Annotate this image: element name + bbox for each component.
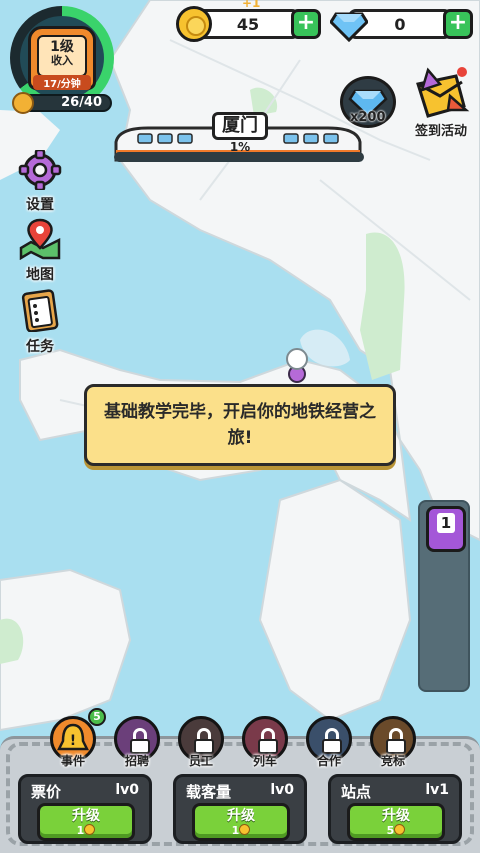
feature-staff[interactable]: 员工 — [176, 716, 226, 769]
coin-icon — [176, 6, 212, 42]
tutorial-message: 基础教学完毕，开启你的地铁经营之旅! — [104, 402, 376, 448]
upgrade-capacity-button[interactable]: 升级 1 — [192, 803, 290, 841]
tasks-label: 任务 — [26, 339, 54, 355]
feature-label: 员工 — [188, 754, 213, 768]
coin-value: 45 — [236, 15, 260, 34]
feature-label: 竞标 — [380, 754, 405, 768]
tasks-button[interactable]: 任务 — [14, 288, 66, 356]
card-title: 票价 — [31, 783, 62, 801]
feature-label: 招聘 — [124, 754, 149, 768]
gift-icon[interactable] — [410, 66, 470, 122]
card-level: lv0 — [115, 782, 139, 798]
events-notification-badge: 5 — [88, 708, 106, 726]
card-title: 站点 — [341, 783, 372, 801]
city-name: 厦门 — [212, 112, 268, 140]
feature-recruit[interactable]: 招聘 — [112, 716, 162, 769]
card-title: 载客量 — [186, 783, 232, 801]
cost-value: 5 — [386, 824, 395, 837]
gem-reward-amount: x200 — [350, 110, 386, 125]
map-button[interactable]: 地图 — [14, 218, 66, 284]
income-rate: 17/分钟 — [33, 75, 91, 90]
map-label: 地图 — [26, 267, 54, 283]
upgrade-label: 升级 — [227, 808, 255, 824]
settings-button[interactable]: 设置 — [14, 148, 66, 214]
upgrade-card-fare: 票价 lv0 升级 1 — [18, 774, 152, 844]
upgrade-label: 升级 — [72, 808, 100, 824]
xp-text: 26/40 — [61, 95, 102, 110]
coin-icon — [394, 824, 406, 835]
cost-value: 1 — [231, 824, 240, 837]
feature-label: 合作 — [316, 754, 341, 768]
upgrade-card-capacity: 载客量 lv0 升级 1 — [173, 774, 307, 844]
medal-icon — [12, 92, 34, 114]
clipboard-icon — [21, 289, 59, 333]
map-pin-icon — [19, 218, 61, 261]
upgrade-cost: 1 — [40, 824, 132, 837]
gear-icon — [18, 148, 62, 192]
upgrade-cost: 5 — [350, 824, 442, 837]
feature-trains[interactable]: 列车 — [240, 716, 290, 769]
svg-text:!: ! — [70, 733, 76, 749]
tutorial-dialog[interactable]: 基础教学完毕，开启你的地铁经营之旅! — [84, 384, 396, 466]
coin-icon — [239, 824, 251, 835]
upgrade-station-button[interactable]: 升级 5 — [347, 803, 445, 841]
upgrade-label: 升级 — [382, 808, 410, 824]
feature-bidding[interactable]: 竞标 — [368, 716, 418, 769]
feature-cooperation[interactable]: 合作 — [304, 716, 354, 769]
card-level: lv0 — [270, 782, 294, 798]
upgrade-fare-button[interactable]: 升级 1 — [37, 803, 135, 841]
gem-icon — [330, 12, 368, 42]
upgrade-card-station: 站点 lv1 升级 5 — [328, 774, 462, 844]
feature-label: 列车 — [252, 754, 277, 768]
income-label: 收入 — [51, 54, 73, 67]
coin-icon — [84, 824, 96, 835]
upgrade-cost: 1 — [195, 824, 287, 837]
settings-label: 设置 — [26, 197, 54, 213]
add-coins-button[interactable]: + — [291, 9, 321, 39]
card-level: lv1 — [425, 782, 449, 798]
checkin-label[interactable]: 签到活动 — [406, 120, 476, 139]
feature-label: 事件 — [60, 754, 85, 768]
level-text: 1级 — [50, 39, 74, 55]
add-gems-button[interactable]: + — [443, 9, 473, 39]
train-count: 1 — [437, 513, 455, 533]
train-count-badge[interactable]: 1 — [426, 506, 466, 552]
city-progress-text: 1% — [229, 140, 251, 154]
level-pane: 1级 收入 — [37, 35, 87, 77]
cost-value: 1 — [76, 824, 85, 837]
level-badge[interactable]: 1级 收入 17/分钟 — [28, 26, 96, 90]
